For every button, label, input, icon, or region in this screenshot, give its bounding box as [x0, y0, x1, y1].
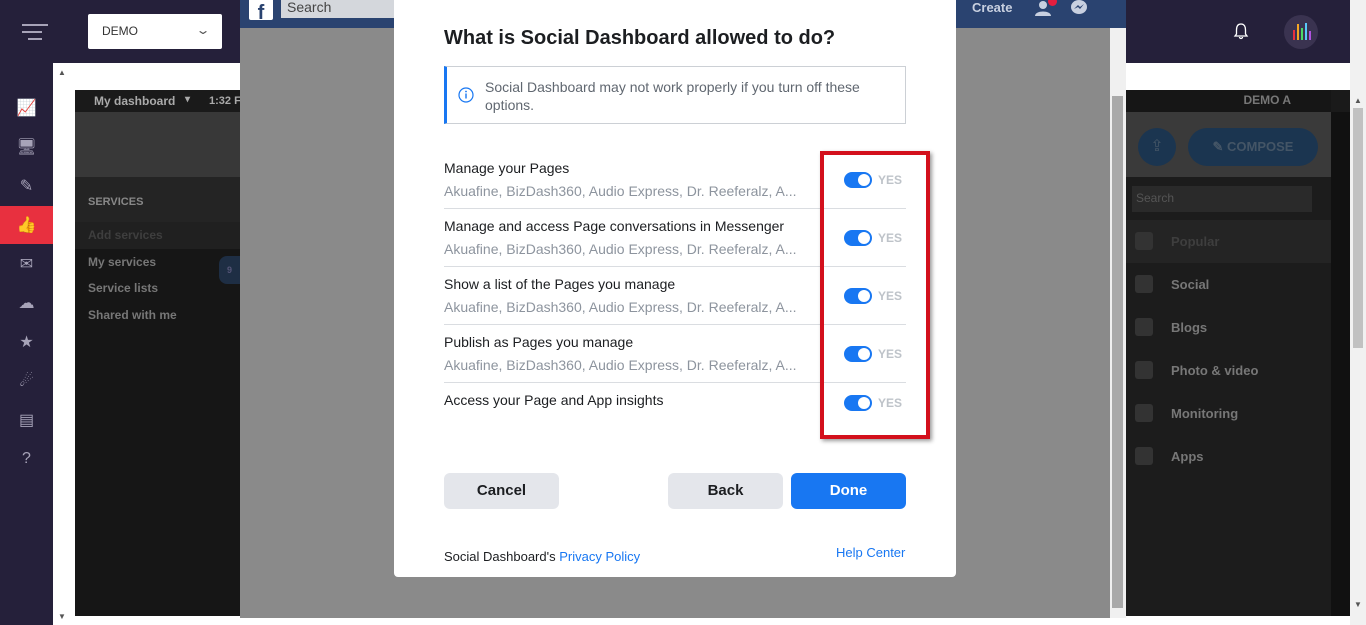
warning-notice: Social Dashboard may not work properly i… [444, 66, 906, 124]
page-scroll-down-icon[interactable]: ▼ [1354, 600, 1362, 609]
info-icon [458, 87, 474, 103]
category-icon [1135, 447, 1153, 465]
permission-pages: Akuafine, BizDash360, Audio Express, Dr.… [444, 357, 797, 373]
category-item[interactable]: Monitoring [1125, 392, 1331, 435]
facebook-search-input[interactable]: Search [281, 0, 396, 18]
analytics-icon[interactable]: 📈 [0, 89, 53, 127]
left-navigation-rail: 📈 🖥 ✎ 👍 ✉ ☁ ★ ☄ ▤? [0, 63, 61, 625]
footer-privacy: Social Dashboard's Privacy Policy [444, 549, 640, 564]
facebook-logo-icon[interactable]: f [249, 0, 273, 20]
privacy-policy-link[interactable]: Privacy Policy [559, 549, 640, 564]
upload-icon[interactable]: ⇪ [1138, 128, 1176, 166]
messenger-icon[interactable] [1070, 0, 1088, 16]
thumbs-up-icon[interactable]: 👍 [0, 206, 61, 244]
popup-scrollbar[interactable] [1110, 28, 1126, 618]
category-icon [1135, 232, 1153, 250]
compose-label: COMPOSE [1227, 139, 1294, 154]
services-list-item[interactable]: Shared with me [75, 302, 240, 329]
category-icon [1135, 404, 1153, 422]
footer-prefix: Social Dashboard's [444, 549, 556, 564]
permission-title: Show a list of the Pages you manage [444, 276, 676, 292]
star-icon[interactable]: ★ [0, 323, 53, 361]
category-label: Popular [1171, 234, 1220, 249]
services-list-item[interactable]: Service lists [75, 275, 240, 302]
category-icon [1135, 318, 1153, 336]
category-item[interactable]: Blogs [1125, 306, 1331, 349]
calendar-icon[interactable]: ▤ [0, 401, 53, 439]
help-icon[interactable]: ? [0, 440, 53, 478]
category-icon [1135, 275, 1153, 293]
services-item-label: Shared with me [88, 307, 177, 322]
cloud-icon[interactable]: ☁ [0, 284, 53, 322]
services-list-item[interactable]: My services 9 [75, 249, 240, 284]
organization-select-value: DEMO [102, 24, 138, 38]
permission-title: Manage and access Page conversations in … [444, 218, 785, 234]
services-list-item[interactable]: Add services [75, 222, 240, 249]
inbox-icon[interactable]: ✉ [0, 245, 53, 283]
dialog-title: What is Social Dashboard allowed to do? [444, 27, 836, 49]
permission-title: Publish as Pages you manage [444, 334, 634, 350]
category-item[interactable]: Photo & video [1125, 349, 1331, 392]
cancel-button[interactable]: Cancel [444, 473, 559, 509]
help-center-link[interactable]: Help Center [836, 545, 905, 560]
done-button[interactable]: Done [791, 473, 906, 509]
bell-icon[interactable] [1232, 22, 1250, 40]
services-header: SERVICES [75, 177, 240, 222]
organization-select[interactable]: DEMO ⌄ [88, 14, 222, 49]
dashboard-right-panel: DEMO A ⇪ ✎ COMPOSE Search Popular Social B… [1125, 90, 1331, 616]
notice-text: Social Dashboard may not work properly i… [485, 79, 860, 113]
permission-title: Access your Page and App insights [444, 392, 664, 408]
dashboard-left-header [75, 112, 240, 177]
dashboard-label[interactable]: My dashboard [94, 94, 175, 108]
permission-pages: Akuafine, BizDash360, Audio Express, Dr.… [444, 183, 797, 199]
hamburger-menu-icon[interactable] [22, 24, 48, 40]
dashboard-search-input[interactable]: Search [1132, 186, 1312, 212]
category-label: Photo & video [1171, 363, 1259, 378]
services-item-label: Service lists [88, 281, 159, 295]
user-avatar[interactable] [1284, 15, 1318, 49]
page-scrollbar[interactable]: ▲ ▼ [1350, 0, 1366, 625]
services-item-label: Add services [88, 228, 163, 242]
category-label: Blogs [1171, 320, 1208, 335]
page-scroll-up-icon[interactable]: ▲ [1354, 96, 1362, 105]
dashboard-time: 1:32 F [209, 95, 241, 107]
category-item[interactable]: Apps [1125, 435, 1331, 478]
pencil-icon[interactable]: ✎ [0, 167, 53, 205]
toggle-highlight-box [820, 151, 930, 439]
notification-badge [1048, 0, 1057, 6]
services-item-label: My services [88, 254, 157, 269]
permission-pages: Akuafine, BizDash360, Audio Express, Dr.… [444, 299, 797, 315]
dashboard-dropdown-icon: ▾ [185, 94, 191, 105]
category-label: Social [1171, 277, 1210, 292]
scroll-up-arrow-icon[interactable]: ▲ [58, 68, 66, 77]
category-item[interactable]: Popular [1125, 220, 1331, 263]
services-panel: SERVICES Add services My services 9 Service… [75, 177, 240, 616]
permission-pages: Akuafine, BizDash360, Audio Express, Dr.… [444, 241, 797, 257]
category-item[interactable]: Social [1125, 263, 1331, 306]
category-label: Monitoring [1171, 406, 1239, 421]
scroll-down-arrow-icon[interactable]: ▼ [58, 612, 66, 621]
category-label: Apps [1171, 449, 1204, 464]
rocket-icon[interactable]: ☄ [0, 362, 53, 400]
back-button[interactable]: Back [668, 473, 783, 509]
permission-title: Manage your Pages [444, 160, 570, 176]
facebook-create-link[interactable]: Create [972, 0, 1012, 15]
dashboard-user-label[interactable]: DEMO A [1243, 93, 1291, 107]
compose-button[interactable]: ✎ COMPOSE [1188, 128, 1318, 166]
category-icon [1135, 361, 1153, 379]
chevron-down-icon: ⌄ [195, 23, 211, 37]
monitor-icon[interactable]: 🖥 [0, 128, 53, 166]
